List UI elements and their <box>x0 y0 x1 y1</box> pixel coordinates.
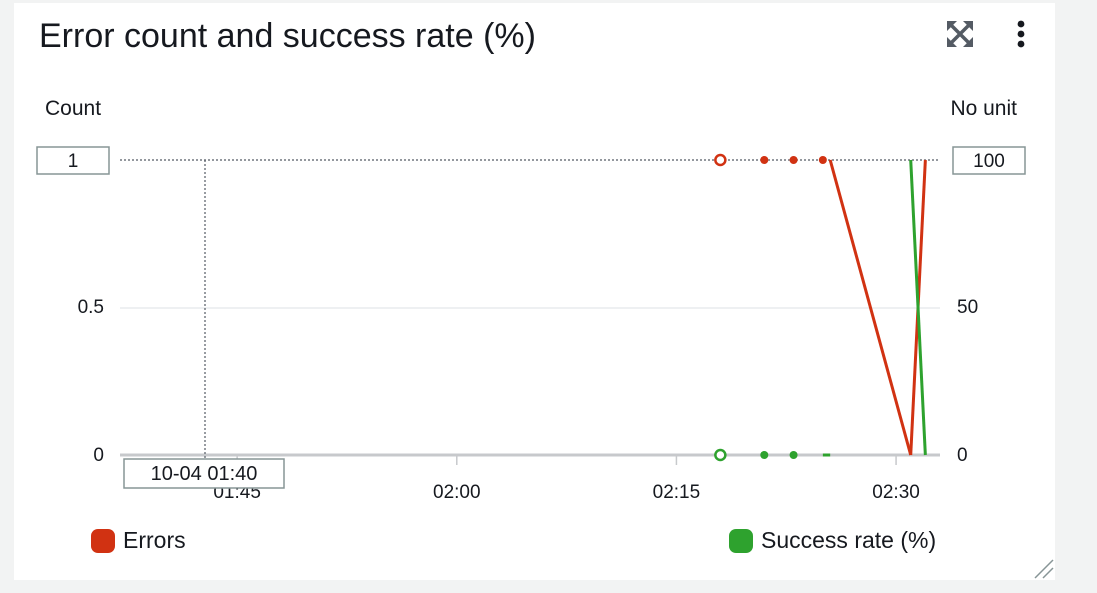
legend-swatch-errors <box>91 528 115 553</box>
legend-label-success-rate: Success rate (%) <box>761 527 937 553</box>
hover-time-label: 10-04 01:40 <box>151 463 258 485</box>
resize-handle-icon[interactable] <box>1031 556 1055 580</box>
x-tick-label: 02:15 <box>653 482 701 503</box>
y-right-axis-label: No unit <box>950 97 1017 120</box>
data-point-success-rate[interactable] <box>760 451 769 459</box>
data-point-success-rate[interactable] <box>714 448 727 462</box>
y-right-tick-mid: 50 <box>957 297 978 318</box>
data-point-errors[interactable] <box>818 156 827 164</box>
legend-item-success-rate[interactable]: Success rate (%) <box>729 527 936 554</box>
data-point-errors[interactable] <box>714 153 727 167</box>
metric-widget: Error count and success rate (%) Count N… <box>14 3 1055 580</box>
legend-swatch-success-rate <box>729 528 753 553</box>
y-left-tick-mid: 0.5 <box>78 297 104 318</box>
y-left-axis-label: Count <box>45 97 101 120</box>
data-point-errors[interactable] <box>760 156 769 164</box>
y-right-tick-0: 0 <box>957 445 968 466</box>
x-tick-label: 02:00 <box>433 482 481 503</box>
legend-label-errors: Errors <box>123 527 186 553</box>
line-chart[interactable]: Count No unit 0.5 0 50 0 01:45 02:00 02:15… <box>14 3 1055 580</box>
data-point-errors[interactable] <box>789 156 798 164</box>
x-tick-label: 02:30 <box>872 482 920 503</box>
hover-right-value: 100 <box>973 151 1005 172</box>
legend-item-errors[interactable]: Errors <box>91 527 186 554</box>
y-left-tick-0: 0 <box>93 445 104 466</box>
data-point-success-rate[interactable] <box>789 451 798 459</box>
hover-left-value: 1 <box>68 151 79 172</box>
